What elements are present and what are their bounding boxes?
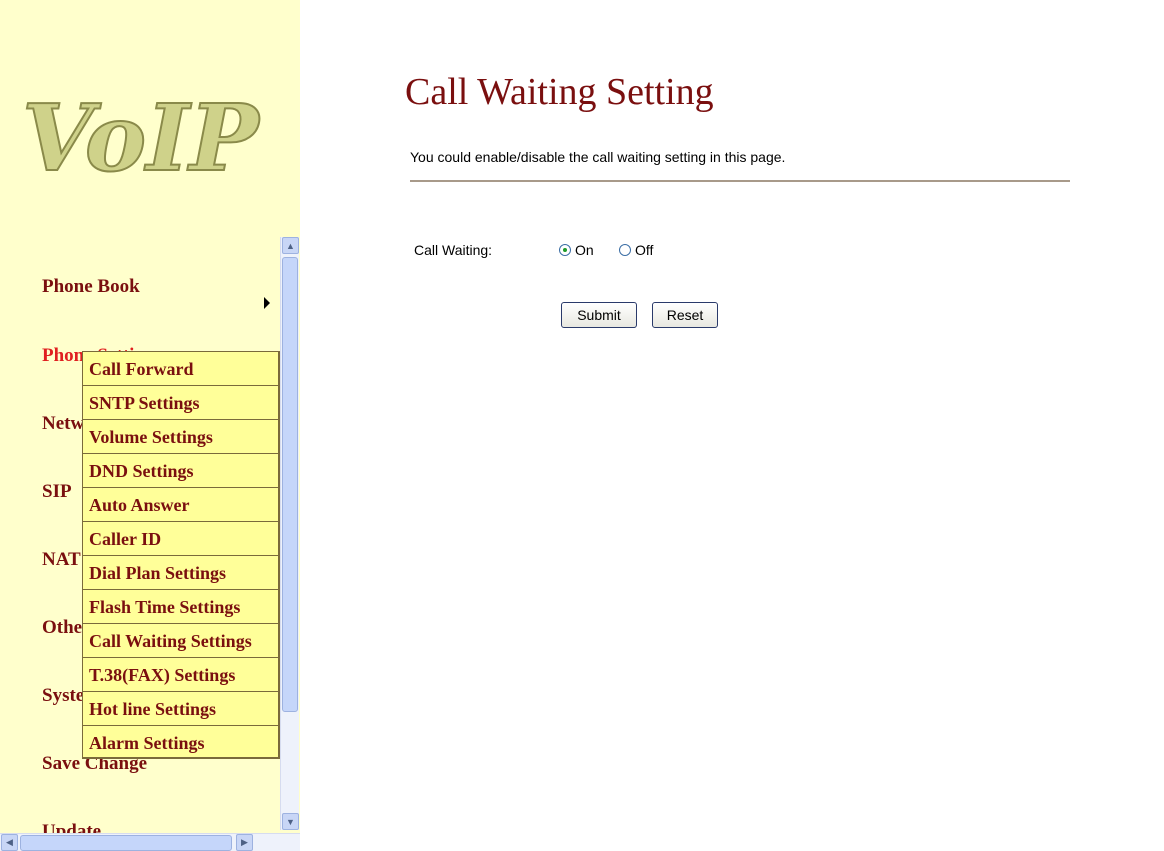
call-waiting-on-radio[interactable] [559, 244, 571, 256]
nav-nat[interactable]: NAT [42, 549, 81, 571]
vertical-scrollbar[interactable]: ▲ ▼ [280, 237, 299, 830]
call-waiting-label: Call Waiting: [414, 242, 493, 258]
submit-button[interactable]: Submit [561, 302, 637, 328]
submenu-call-waiting-settings[interactable]: Call Waiting Settings [83, 623, 278, 657]
logo-text: VoIP [22, 84, 261, 192]
submenu-alarm-settings[interactable]: Alarm Settings [83, 725, 278, 759]
horizontal-scrollbar[interactable]: ◀ ▶ [0, 833, 300, 851]
page-description: You could enable/disable the call waitin… [410, 149, 786, 165]
submenu-hot-line-settings[interactable]: Hot line Settings [83, 691, 278, 725]
submenu-dnd-settings[interactable]: DND Settings [83, 453, 278, 487]
voip-logo: VoIP [22, 83, 262, 193]
vertical-scroll-thumb[interactable] [282, 257, 298, 712]
reset-button[interactable]: Reset [652, 302, 718, 328]
call-waiting-off-radio[interactable] [619, 244, 631, 256]
submenu-caller-id[interactable]: Caller ID [83, 521, 278, 555]
submenu-auto-answer[interactable]: Auto Answer [83, 487, 278, 521]
submenu-flash-time-settings[interactable]: Flash Time Settings [83, 589, 278, 623]
call-waiting-on-label[interactable]: On [575, 242, 594, 258]
nav-sip[interactable]: SIP [42, 481, 72, 503]
phone-settings-submenu: Call Forward SNTP Settings Volume Settin… [82, 351, 280, 759]
scroll-down-icon[interactable]: ▼ [282, 813, 299, 830]
submenu-call-forward[interactable]: Call Forward [83, 351, 278, 385]
sidebar: VoIP Phone Book Phone Settings Network S… [0, 0, 300, 851]
scroll-right-icon[interactable]: ▶ [236, 834, 253, 851]
page-title: Call Waiting Setting [405, 71, 714, 113]
submenu-dial-plan-settings[interactable]: Dial Plan Settings [83, 555, 278, 589]
nav-phone-book[interactable]: Phone Book [42, 276, 140, 298]
submenu-t38-fax-settings[interactable]: T.38(FAX) Settings [83, 657, 278, 691]
submenu-volume-settings[interactable]: Volume Settings [83, 419, 278, 453]
scroll-left-icon[interactable]: ◀ [1, 834, 18, 851]
submenu-sntp-settings[interactable]: SNTP Settings [83, 385, 278, 419]
horizontal-scroll-thumb[interactable] [20, 835, 232, 851]
divider [410, 180, 1070, 182]
submenu-arrow-icon [264, 297, 270, 309]
radio-selected-dot [563, 248, 567, 252]
call-waiting-off-label[interactable]: Off [635, 242, 653, 258]
scroll-up-icon[interactable]: ▲ [282, 237, 299, 254]
